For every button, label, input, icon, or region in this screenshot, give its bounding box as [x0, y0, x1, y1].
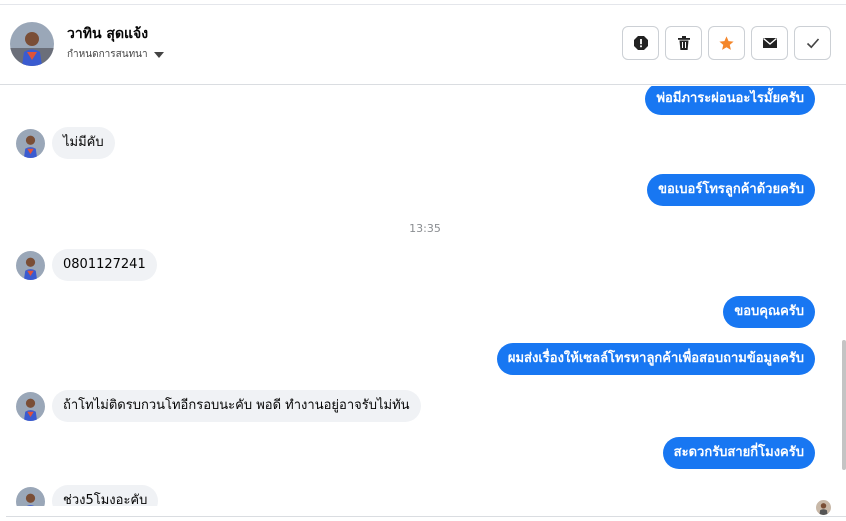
message-outgoing: ขอบคุณครับ	[723, 296, 815, 328]
envelope-icon	[762, 37, 777, 48]
composer-border	[6, 516, 846, 521]
message-bubble[interactable]: ผมส่งเรื่องให้เซลล์โทรหาลูกค้าเพื่อสอบถา…	[496, 343, 815, 375]
mark-done-button[interactable]	[794, 26, 831, 60]
report-button[interactable]	[622, 26, 659, 60]
star-button[interactable]	[708, 26, 745, 60]
star-icon	[719, 35, 734, 50]
seen-avatar	[816, 500, 831, 515]
label-menu-text: กำหนดการสนทนา	[67, 49, 148, 60]
message-bubble[interactable]: 0801127241	[52, 249, 157, 281]
conversation-label-menu[interactable]: กำหนดการสนทนา	[67, 47, 164, 62]
sender-avatar[interactable]	[16, 250, 45, 280]
message-outgoing: สะดวกรับสายกี่โมงครับ	[662, 437, 815, 469]
trash-icon	[677, 36, 690, 50]
sender-avatar[interactable]	[16, 128, 45, 158]
sender-avatar[interactable]	[16, 486, 45, 506]
alert-icon	[633, 36, 648, 50]
message-incoming: ถ้าโทไม่ติดรบกวนโทอีกรอบนะคับ พอดี ทำงาน…	[16, 390, 421, 422]
timestamp: 13:35	[409, 222, 441, 235]
message-bubble[interactable]: ขอบคุณครับ	[723, 296, 815, 328]
message-outgoing: ขอเบอร์โทรลูกค้าด้วยครับ	[647, 174, 815, 206]
message-bubble[interactable]: ถ้าโทไม่ติดรบกวนโทอีกรอบนะคับ พอดี ทำงาน…	[52, 390, 421, 422]
scrollbar-thumb[interactable]	[842, 340, 846, 470]
conversation-header: วาทิน สุดแจ้ง กำหนดการสนทนา	[0, 5, 846, 85]
message-bubble[interactable]: ไม่มีคับ	[52, 127, 115, 159]
delete-button[interactable]	[665, 26, 702, 60]
message-bubble[interactable]: ช่วง5โมงอะคับ	[52, 485, 159, 506]
message-outgoing: พ่อมีภาระผ่อนอะไรมั้ยครับ	[645, 86, 815, 115]
check-icon	[806, 38, 819, 49]
contact-name[interactable]: วาทิน สุดแจ้ง	[67, 23, 148, 45]
message-incoming: ไม่มีคับ	[16, 127, 115, 159]
message-thread[interactable]: พ่อมีภาระผ่อนอะไรมั้ยครับ ไม่มีคับ ขอเบอ…	[0, 86, 846, 506]
header-actions	[622, 26, 831, 60]
sender-avatar[interactable]	[16, 391, 45, 421]
message-incoming: 0801127241	[16, 249, 157, 281]
mark-unread-button[interactable]	[751, 26, 788, 60]
message-outgoing: ผมส่งเรื่องให้เซลล์โทรหาลูกค้าเพื่อสอบถา…	[496, 343, 815, 375]
message-incoming: ช่วง5โมงอะคับ	[16, 485, 159, 506]
message-bubble[interactable]: พ่อมีภาระผ่อนอะไรมั้ยครับ	[645, 86, 815, 115]
message-bubble[interactable]: สะดวกรับสายกี่โมงครับ	[662, 437, 815, 469]
contact-avatar[interactable]	[10, 22, 54, 66]
caret-down-icon	[153, 51, 164, 58]
message-bubble[interactable]: ขอเบอร์โทรลูกค้าด้วยครับ	[647, 174, 815, 206]
